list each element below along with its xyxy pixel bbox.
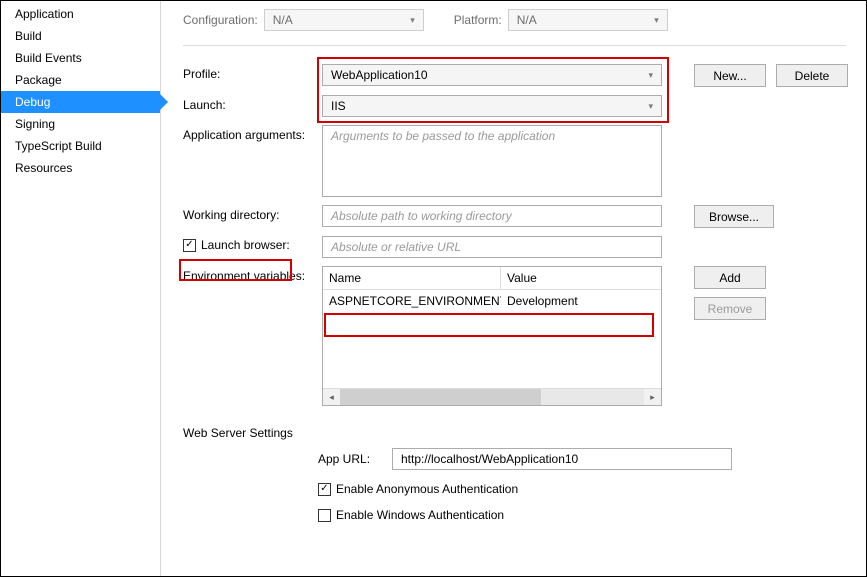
launch-browser-checkbox[interactable]: ✓	[183, 239, 196, 252]
sidebar-item-signing[interactable]: Signing	[1, 113, 160, 135]
anon-auth-checkbox[interactable]: ✓	[318, 483, 331, 496]
launch-browser-url-input[interactable]: Absolute or relative URL	[322, 236, 662, 258]
configuration-dropdown: N/A ▾	[264, 9, 424, 31]
new-button[interactable]: New...	[694, 64, 766, 87]
envvars-header-name[interactable]: Name	[323, 267, 501, 289]
scroll-thumb[interactable]	[340, 389, 541, 405]
sidebar-item-package[interactable]: Package	[1, 69, 160, 91]
profile-label: Profile:	[183, 64, 318, 81]
launch-value: IIS	[331, 99, 346, 113]
sidebar-item-application[interactable]: Application	[1, 3, 160, 25]
launch-label: Launch:	[183, 95, 318, 112]
platform-value: N/A	[517, 13, 537, 27]
sidebar-item-resources[interactable]: Resources	[1, 157, 160, 179]
envvars-label: Environment variables:	[183, 266, 318, 283]
delete-button[interactable]: Delete	[776, 64, 848, 87]
sidebar-item-build[interactable]: Build	[1, 25, 160, 47]
app-url-label: App URL:	[318, 452, 388, 466]
platform-dropdown: N/A ▾	[508, 9, 668, 31]
envvars-grid[interactable]: Name Value ASPNETCORE_ENVIRONMENT Develo…	[322, 266, 662, 406]
checkmark-icon: ✓	[320, 484, 328, 494]
win-auth-checkbox[interactable]	[318, 509, 331, 522]
envvar-name-cell: ASPNETCORE_ENVIRONMENT	[323, 290, 501, 312]
win-auth-label: Enable Windows Authentication	[336, 508, 504, 522]
sidebar: Application Build Build Events Package D…	[1, 1, 161, 576]
profile-select[interactable]: WebApplication10 ▾	[322, 64, 662, 86]
profile-value: WebApplication10	[331, 68, 428, 82]
sidebar-item-debug[interactable]: Debug	[1, 91, 160, 113]
scroll-left-icon[interactable]: ◂	[323, 389, 340, 405]
anon-auth-label: Enable Anonymous Authentication	[336, 482, 518, 496]
sidebar-item-typescript-build[interactable]: TypeScript Build	[1, 135, 160, 157]
config-row: Configuration: N/A ▾ Platform: N/A ▾	[183, 9, 846, 46]
app-args-input[interactable]: Arguments to be passed to the applicatio…	[322, 125, 662, 197]
browse-button[interactable]: Browse...	[694, 205, 774, 228]
chevron-down-icon: ▾	[648, 101, 653, 112]
checkmark-icon: ✓	[185, 240, 193, 250]
add-button[interactable]: Add	[694, 266, 766, 289]
envvar-value-cell: Development	[501, 290, 661, 312]
sidebar-item-build-events[interactable]: Build Events	[1, 47, 160, 69]
chevron-down-icon: ▾	[410, 15, 415, 26]
configuration-value: N/A	[273, 13, 293, 27]
app-args-label: Application arguments:	[183, 125, 318, 142]
web-server-settings-label: Web Server Settings	[183, 426, 846, 440]
envvars-header-value[interactable]: Value	[501, 267, 661, 289]
scroll-right-icon[interactable]: ▸	[644, 389, 661, 405]
platform-label: Platform:	[454, 13, 502, 27]
configuration-label: Configuration:	[183, 13, 258, 27]
content-pane: Configuration: N/A ▾ Platform: N/A ▾ Pro…	[161, 1, 866, 576]
table-row[interactable]: ASPNETCORE_ENVIRONMENT Development	[323, 290, 661, 312]
chevron-down-icon: ▾	[648, 70, 653, 81]
app-url-input[interactable]	[392, 448, 732, 470]
working-dir-label: Working directory:	[183, 205, 318, 222]
chevron-down-icon: ▾	[654, 15, 659, 26]
launch-select[interactable]: IIS ▾	[322, 95, 662, 117]
working-dir-input[interactable]: Absolute path to working directory	[322, 205, 662, 227]
remove-button: Remove	[694, 297, 766, 320]
envvars-scrollbar[interactable]: ◂ ▸	[323, 388, 661, 405]
launch-browser-label: Launch browser:	[201, 238, 290, 252]
